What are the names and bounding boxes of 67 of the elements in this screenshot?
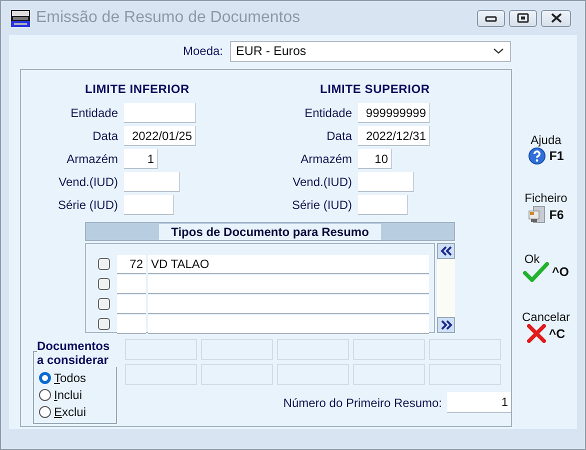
table-title: Tipos de Documento para Resumo [159,224,381,240]
app-icon [11,10,30,26]
input-field[interactable]: 999999999 [358,102,430,122]
input-field[interactable] [124,172,180,192]
checkbox[interactable] [98,258,110,270]
minimize-icon [485,14,497,22]
currency-dropdown[interactable]: EUR - Euros [230,40,511,62]
input-field[interactable]: 1 [447,392,511,413]
double-chevron-right-icon [440,320,452,330]
maximize-icon [517,13,529,23]
field-label: Vend.(IUD) [292,174,352,188]
close-icon [550,13,562,23]
code-cell[interactable]: 72 [117,254,146,274]
field-label: Data [326,128,352,142]
field-label: Série (IUD) [56,198,118,212]
section-heading: LIMITE INFERIOR [85,82,190,98]
window-title: Emissão de Resumo de Documentos [36,9,302,27]
help-icon [528,147,546,165]
radio-label[interactable]: Todos [54,370,86,384]
checkbox[interactable] [98,298,110,310]
radio-label[interactable]: Inclui [54,388,82,402]
field-label: Número do Primeiro Resumo: [283,396,442,410]
input-field[interactable] [124,102,196,122]
input-field[interactable] [358,194,408,214]
file-button[interactable]: Ficheiro F6 [518,191,574,224]
maximize-button[interactable] [509,10,537,26]
field-label: Série (IUD) [290,198,352,212]
description-cell[interactable] [148,294,429,314]
code-cell[interactable] [117,294,146,314]
scroll-up-button[interactable] [437,243,455,259]
field-label: Entidade [70,106,118,120]
double-chevron-left-icon [440,246,452,256]
field-label: Data [92,128,118,142]
minimize-button[interactable] [477,10,505,26]
field-label: Armazém [66,152,118,166]
radio-button[interactable] [39,406,51,418]
checkbox[interactable] [98,318,110,330]
input-field[interactable]: 2022/12/31 [358,126,430,146]
section-heading: LIMITE SUPERIOR [320,82,430,98]
code-cell[interactable] [117,274,146,294]
group-title: Documentos a considerar [37,339,117,367]
cancel-button[interactable]: Cancelar ^C [518,310,574,343]
radio-button[interactable] [39,388,51,400]
description-cell[interactable] [148,274,429,294]
ok-button[interactable]: Ok ^O [518,252,574,282]
input-field[interactable] [358,172,414,192]
checkbox[interactable] [98,278,110,290]
code-cell[interactable] [117,314,146,334]
help-button[interactable]: Ajuda F1 [518,133,574,165]
close-button[interactable] [541,10,571,26]
field-label: Armazém [300,152,352,166]
chevron-down-icon [493,48,504,54]
cross-icon [526,324,546,343]
scroll-down-button[interactable] [437,317,455,333]
input-field[interactable]: 10 [358,148,392,168]
input-field[interactable]: 2022/01/25 [124,126,196,146]
radio-button[interactable] [39,372,51,384]
checkmark-icon [522,262,549,282]
input-field[interactable] [124,194,174,214]
field-label: Vend.(IUD) [58,174,118,188]
description-cell[interactable]: VD TALAO [148,254,429,274]
radio-label[interactable]: Exclui [54,404,86,418]
field-label: Moeda: [182,44,223,58]
field-label: Entidade [304,106,352,120]
description-cell[interactable] [148,314,429,334]
input-field[interactable]: 1 [124,148,158,168]
file-cabinet-icon [528,205,546,224]
